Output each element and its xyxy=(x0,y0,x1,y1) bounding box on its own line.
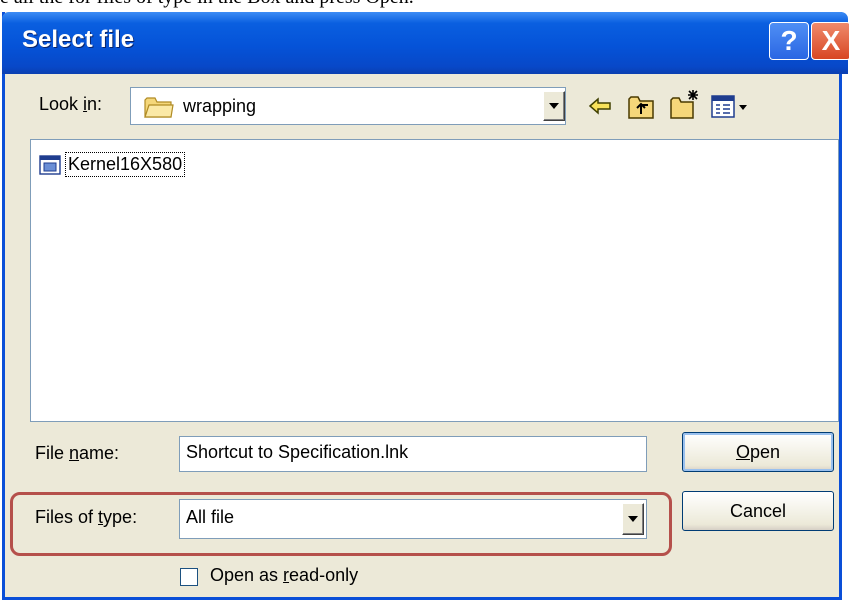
dialog-title: Select file xyxy=(22,26,135,53)
file-name-input[interactable]: Shortcut to Specification.lnk xyxy=(179,436,647,472)
cancel-button[interactable]: Cancel xyxy=(682,491,834,531)
select-file-dialog: Select file ? X Look in: wrapping Kernel… xyxy=(2,12,849,600)
file-list[interactable]: Kernel16X580 xyxy=(30,139,839,422)
instruction-caption: e all the for files of type in the Box a… xyxy=(0,0,849,10)
file-item-label: Kernel16X580 xyxy=(65,152,186,177)
look-in-combo[interactable]: wrapping xyxy=(130,87,566,125)
new-folder-icon[interactable] xyxy=(669,88,701,120)
close-button[interactable]: X xyxy=(811,22,849,60)
annotation-highlight xyxy=(10,492,672,556)
read-only-label[interactable]: Open as read-only xyxy=(210,565,358,586)
application-file-icon xyxy=(39,155,61,175)
view-menu-icon[interactable] xyxy=(711,94,753,120)
chevron-down-icon xyxy=(549,103,559,109)
open-button[interactable]: Open xyxy=(682,432,834,472)
title-bar[interactable]: Select file ? X xyxy=(2,12,849,74)
folder-icon xyxy=(144,97,174,118)
look-in-dropdown-button[interactable] xyxy=(543,91,565,121)
look-in-value: wrapping xyxy=(183,96,257,116)
back-arrow-icon[interactable] xyxy=(587,94,613,118)
up-folder-icon[interactable] xyxy=(627,94,655,120)
help-button[interactable]: ? xyxy=(769,22,809,60)
file-name-label: File name: xyxy=(35,443,120,463)
read-only-checkbox[interactable] xyxy=(180,568,198,586)
look-in-label: Look in: xyxy=(39,94,103,114)
